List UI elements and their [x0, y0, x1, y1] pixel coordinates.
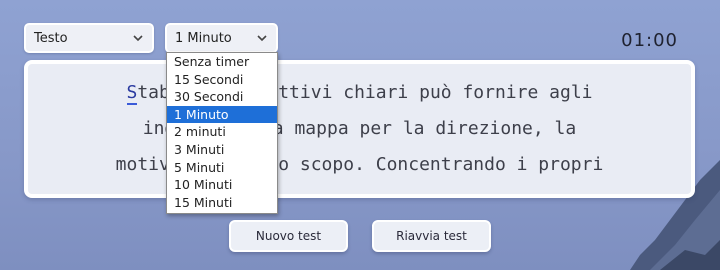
time-select-value: 1 Minuto	[175, 30, 232, 46]
dropdown-option[interactable]: 15 Minuti	[167, 194, 277, 212]
dropdown-option-selected[interactable]: 1 Minuto	[167, 105, 277, 124]
mode-select-value: Testo	[34, 30, 68, 46]
time-dropdown-list[interactable]: Senza timer 15 Secondi 30 Secondi 1 Minu…	[166, 52, 278, 214]
dropdown-option[interactable]: 30 Secondi	[167, 88, 277, 106]
dropdown-option[interactable]: 10 Minuti	[167, 176, 277, 194]
dropdown-option[interactable]: 3 Minuti	[167, 141, 277, 159]
dropdown-option[interactable]: 15 Secondi	[167, 71, 277, 89]
new-test-button[interactable]: Nuovo test	[229, 220, 348, 252]
text-line: Stabilire obiettivi chiari può fornire a…	[28, 82, 691, 105]
restart-test-button[interactable]: Riavvia test	[372, 220, 491, 252]
timer-display: 01:00	[621, 30, 678, 51]
dropdown-option[interactable]: Senza timer	[167, 53, 277, 71]
typing-text-area[interactable]: Stabilire obiettivi chiari può fornire a…	[24, 60, 695, 198]
text-line: individui una mappa per la direzione, la	[142, 118, 577, 139]
dropdown-option[interactable]: 2 minuti	[167, 123, 277, 141]
time-select[interactable]: 1 Minuto	[165, 23, 278, 53]
dropdown-option[interactable]: 5 Minuti	[167, 159, 277, 177]
chevron-down-icon	[133, 35, 143, 42]
current-character: S	[126, 82, 138, 105]
text-line: motivazione e lo scopo. Concentrando i p…	[115, 154, 604, 175]
chevron-down-icon	[257, 35, 267, 42]
mode-select[interactable]: Testo	[24, 23, 154, 53]
